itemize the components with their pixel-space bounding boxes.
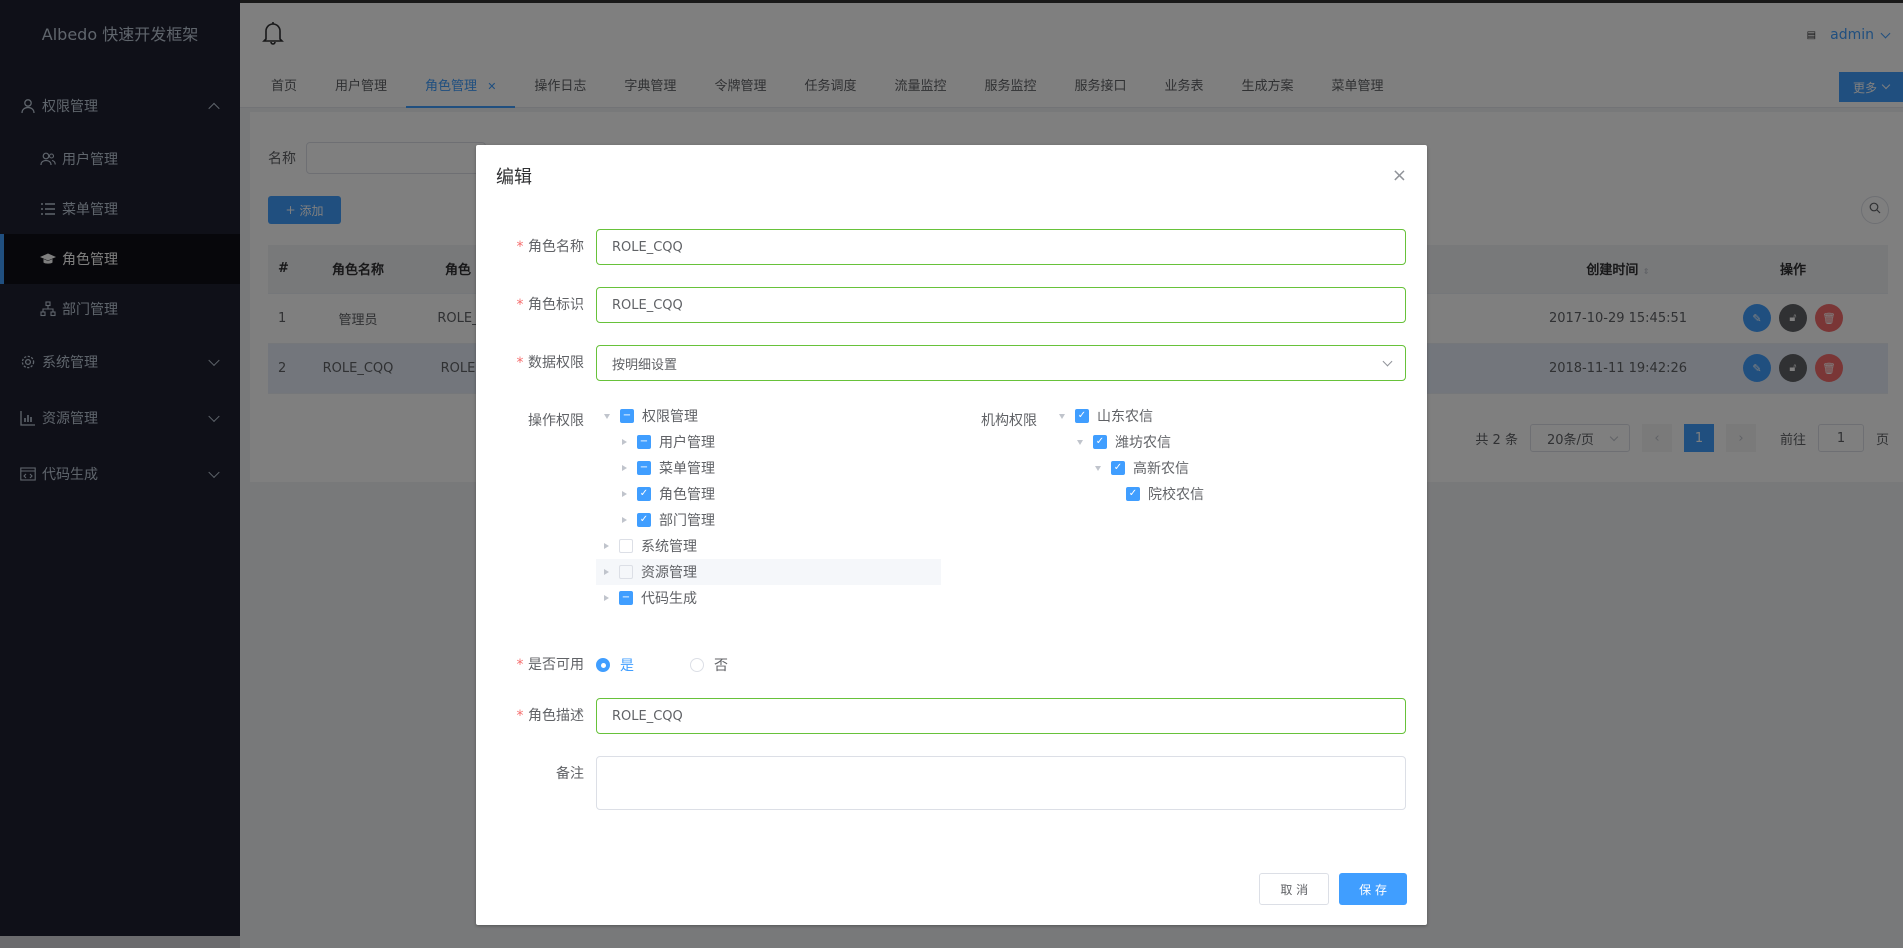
tree-node-label: 用户管理 [659, 435, 715, 451]
dialog-footer: 取 消 保 存 [1259, 873, 1407, 905]
checkbox-partial[interactable]: − [620, 409, 634, 423]
form-row-description: 角色描述 ROLE_CQQ [496, 698, 1406, 734]
available-label: 是否可用 [496, 647, 596, 683]
tree-node[interactable]: 系统管理 [596, 533, 941, 559]
form-row-remark: 备注 [496, 756, 1406, 810]
tree-node-label: 代码生成 [641, 591, 697, 607]
role-name-input[interactable]: ROLE_CQQ [596, 229, 1406, 265]
caret-right-icon[interactable] [622, 465, 627, 471]
remark-textarea[interactable] [596, 756, 1406, 810]
form-row-role-code: 角色标识 ROLE_CQQ [496, 287, 1406, 323]
checkbox-checked[interactable]: ✓ [637, 513, 651, 527]
op-permission-tree: − 权限管理 − 用户管理 − 菜单管理 ✓ 角色管理 ✓ 部门管理 系统管理 … [596, 403, 941, 611]
caret-right-icon[interactable] [604, 595, 609, 601]
tree-node-label: 菜单管理 [659, 461, 715, 477]
tree-node[interactable]: ✓ 高新农信 [1053, 455, 1373, 481]
radio-yes[interactable] [596, 658, 610, 672]
data-scope-label: 数据权限 [496, 345, 596, 381]
caret-down-icon[interactable] [1059, 413, 1065, 419]
tree-node-label: 高新农信 [1133, 461, 1189, 477]
checkbox-partial[interactable]: − [619, 591, 633, 605]
tree-node[interactable]: − 菜单管理 [596, 455, 941, 481]
tree-node[interactable]: ✓ 潍坊农信 [1053, 429, 1373, 455]
checkbox-checked[interactable]: ✓ [1075, 409, 1089, 423]
role-code-input[interactable]: ROLE_CQQ [596, 287, 1406, 323]
tree-node[interactable]: − 代码生成 [596, 585, 941, 611]
role-name-label: 角色名称 [496, 229, 596, 265]
caret-down-icon[interactable] [604, 413, 610, 419]
checkbox-checked[interactable]: ✓ [637, 487, 651, 501]
data-scope-select[interactable]: 按明细设置 [596, 345, 1406, 381]
tree-node[interactable]: ✓ 角色管理 [596, 481, 941, 507]
available-radio-group: 是 否 [596, 647, 728, 683]
app-root: Albedo 快速开发框架 权限管理 用户管理 菜单管理 角色管理 [0, 0, 1903, 948]
dialog-title: 编辑 [496, 167, 532, 188]
org-permission-tree: ✓ 山东农信 ✓ 潍坊农信 ✓ 高新农信 ✓ 院校农信 [1053, 403, 1373, 507]
description-label: 角色描述 [496, 698, 596, 734]
edit-role-dialog: 编辑 × 角色名称 ROLE_CQQ 角色标识 ROLE_CQQ 数据权限 按明… [476, 145, 1427, 925]
form-row-available: 是否可用 是 否 [496, 647, 1406, 683]
close-icon[interactable]: × [1392, 165, 1407, 186]
checkbox-checked[interactable]: ✓ [1093, 435, 1107, 449]
checkbox-partial[interactable]: − [637, 435, 651, 449]
tree-node-label: 潍坊农信 [1115, 435, 1171, 451]
form-row-data-scope: 数据权限 按明细设置 [496, 345, 1406, 381]
checkbox-partial[interactable]: − [637, 461, 651, 475]
tree-node[interactable]: − 权限管理 [596, 403, 941, 429]
checkbox-checked[interactable]: ✓ [1126, 487, 1140, 501]
form-row-role-name: 角色名称 ROLE_CQQ [496, 229, 1406, 265]
tree-node[interactable]: ✓ 院校农信 [1053, 481, 1373, 507]
tree-node-label: 院校农信 [1148, 487, 1204, 503]
remark-label: 备注 [556, 766, 584, 782]
cancel-button[interactable]: 取 消 [1259, 873, 1330, 905]
data-scope-value: 按明细设置 [612, 357, 678, 373]
radio-no[interactable] [690, 658, 704, 672]
checkbox-checked[interactable]: ✓ [1111, 461, 1125, 475]
save-button[interactable]: 保 存 [1339, 873, 1407, 905]
tree-node-label: 权限管理 [642, 409, 698, 425]
form-row-permissions: 操作权限 − 权限管理 − 用户管理 − 菜单管理 ✓ 角色管理 ✓ 部门管理 … [496, 403, 1406, 611]
tree-node-label: 角色管理 [659, 487, 715, 503]
org-perm-label: 机构权限 [981, 413, 1037, 429]
caret-right-icon[interactable] [604, 569, 609, 575]
op-perm-label: 操作权限 [528, 413, 584, 429]
tree-node[interactable]: − 用户管理 [596, 429, 941, 455]
caret-right-icon[interactable] [622, 439, 627, 445]
radio-yes-label[interactable]: 是 [620, 655, 690, 675]
description-input[interactable]: ROLE_CQQ [596, 698, 1406, 734]
tree-node[interactable]: ✓ 山东农信 [1053, 403, 1373, 429]
tree-node-label: 山东农信 [1097, 409, 1153, 425]
tree-node[interactable]: ✓ 部门管理 [596, 507, 941, 533]
checkbox-unchecked[interactable] [619, 565, 633, 579]
radio-no-label[interactable]: 否 [714, 655, 728, 675]
chevron-down-icon [1382, 356, 1393, 367]
tree-node-label: 资源管理 [641, 565, 697, 581]
checkbox-unchecked[interactable] [619, 539, 633, 553]
caret-down-icon[interactable] [1095, 465, 1101, 471]
caret-right-icon[interactable] [604, 543, 609, 549]
role-code-label: 角色标识 [496, 287, 596, 323]
tree-node-label: 部门管理 [659, 513, 715, 529]
tree-node-label: 系统管理 [641, 539, 697, 555]
caret-right-icon[interactable] [622, 491, 627, 497]
caret-down-icon[interactable] [1077, 439, 1083, 445]
caret-right-icon[interactable] [622, 517, 627, 523]
tree-node[interactable]: 资源管理 [596, 559, 941, 585]
